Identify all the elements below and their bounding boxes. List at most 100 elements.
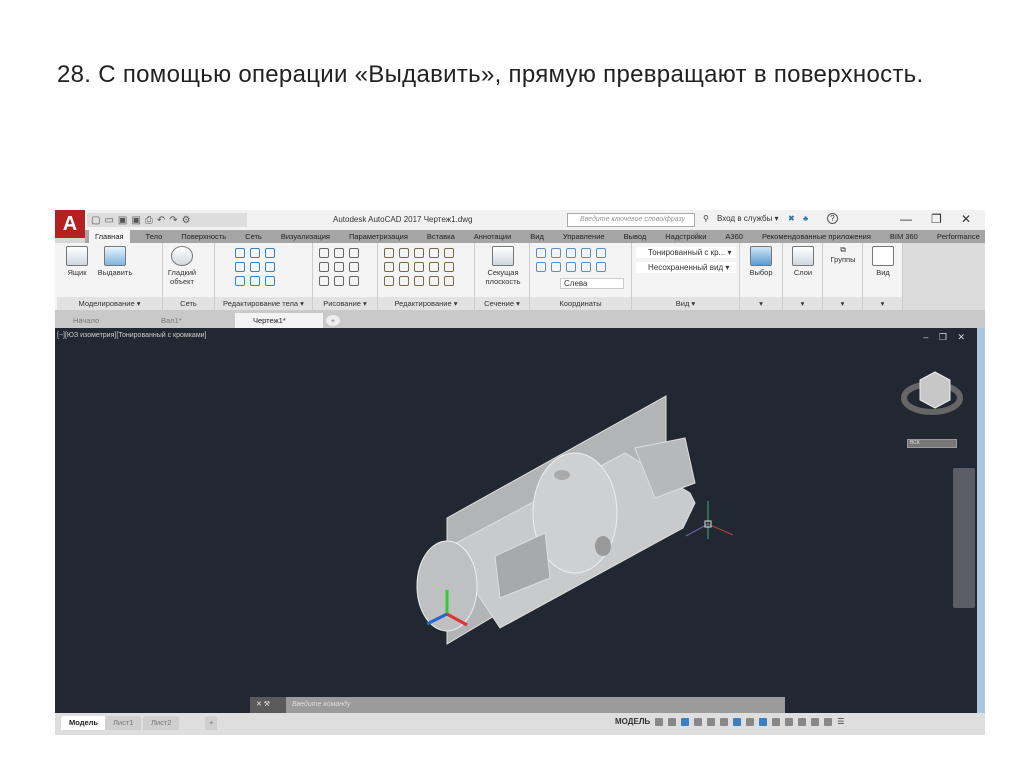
panel-label[interactable]: Моделирование ▾: [57, 297, 162, 310]
command-line[interactable]: ✕ ⚒ Введите команду: [250, 697, 785, 713]
maximize-button[interactable]: ❐: [931, 212, 942, 226]
a360-icon[interactable]: ♣: [803, 214, 808, 223]
selection-button[interactable]: Выбор: [743, 246, 779, 277]
application-menu-logo[interactable]: A: [55, 210, 85, 238]
customize-menu-icon[interactable]: ☰: [837, 717, 844, 726]
tool-icon[interactable]: [235, 276, 245, 286]
panel-label[interactable]: Сечение ▾: [475, 297, 529, 310]
redo-icon[interactable]: ↷: [169, 215, 177, 226]
tool-icon[interactable]: [566, 248, 576, 258]
panel-expander[interactable]: ▾: [823, 297, 862, 310]
tool-icon[interactable]: [399, 248, 409, 258]
tool-icon[interactable]: [334, 262, 344, 272]
tool-icon[interactable]: [334, 248, 344, 258]
view-select-dropdown[interactable]: Слева: [560, 278, 624, 289]
ribbon-tab[interactable]: Вывод: [621, 232, 650, 241]
open-icon[interactable]: ▭: [104, 215, 113, 226]
file-tab-drawing1[interactable]: Чертеж1*: [235, 313, 323, 328]
command-input[interactable]: Введите команду: [292, 697, 350, 713]
wcs-menu[interactable]: ВСК: [907, 439, 957, 448]
snap-icon[interactable]: [668, 717, 677, 726]
tool-icon[interactable]: [384, 248, 394, 258]
ribbon-tab[interactable]: Управление: [560, 232, 608, 241]
navigation-bar[interactable]: [953, 468, 975, 608]
panel-label[interactable]: Редактирование тела ▾: [215, 297, 312, 310]
panel-label[interactable]: Сеть: [163, 297, 214, 310]
minimize-button[interactable]: —: [900, 212, 912, 226]
visual-style-dropdown[interactable]: Тонированный с кр... ▾: [636, 247, 736, 258]
print-icon[interactable]: ⎙: [145, 215, 153, 226]
tool-icon[interactable]: [265, 248, 275, 258]
viewcube[interactable]: [901, 371, 963, 415]
ortho-icon[interactable]: [681, 717, 690, 726]
help-icon[interactable]: ?: [827, 213, 838, 224]
tool-icon[interactable]: [414, 248, 424, 258]
tool-icon[interactable]: [429, 276, 439, 286]
tool-icon[interactable]: [596, 262, 606, 272]
layers-button[interactable]: Слои: [785, 246, 821, 277]
model-space-toggle[interactable]: МОДЕЛЬ: [615, 717, 650, 726]
panel-label[interactable]: Рисование ▾: [313, 297, 377, 310]
ribbon-tab[interactable]: BIM 360: [887, 232, 921, 241]
tool-icon[interactable]: [444, 276, 454, 286]
extrude-button[interactable]: Выдавить: [97, 246, 133, 277]
tool-icon[interactable]: [536, 248, 546, 258]
tool-icon[interactable]: [349, 262, 359, 272]
grid-icon[interactable]: [655, 717, 664, 726]
ribbon-tab[interactable]: Визуализация: [278, 232, 333, 241]
groups-button[interactable]: ⧉ Группы: [825, 245, 861, 264]
save-as-icon[interactable]: ▣: [131, 215, 140, 226]
workspace-icon[interactable]: [785, 717, 794, 726]
new-tab-button[interactable]: +: [326, 315, 340, 326]
tool-icon[interactable]: [581, 262, 591, 272]
lineweight-icon[interactable]: [733, 717, 742, 726]
view-button[interactable]: Вид: [865, 246, 901, 277]
layout-tab-model[interactable]: Модель: [61, 716, 107, 730]
drawing-viewport[interactable]: [−][ЮЗ изометрия][Тонированный с кромкам…: [55, 328, 977, 713]
tool-icon[interactable]: [384, 262, 394, 272]
panel-expander[interactable]: ▾: [783, 297, 822, 310]
tool-icon[interactable]: [444, 262, 454, 272]
transparency-icon[interactable]: [746, 717, 755, 726]
tool-icon[interactable]: [399, 262, 409, 272]
layout-tab-sheet1[interactable]: Лист1: [105, 716, 142, 730]
tool-icon[interactable]: [349, 248, 359, 258]
ribbon-tab[interactable]: A360: [722, 232, 746, 241]
binoculars-icon[interactable]: ⚲: [703, 214, 709, 223]
ribbon-tab[interactable]: Поверхность: [178, 232, 229, 241]
tool-icon[interactable]: [265, 262, 275, 272]
smooth-object-button[interactable]: Гладкий объект: [165, 246, 199, 286]
tool-icon[interactable]: [596, 248, 606, 258]
tool-icon[interactable]: [551, 262, 561, 272]
polar-icon[interactable]: [694, 717, 703, 726]
osnap-icon[interactable]: [720, 717, 729, 726]
ribbon-tab[interactable]: Рекомендованные приложения: [759, 232, 874, 241]
tool-icon[interactable]: [319, 248, 329, 258]
tool-icon[interactable]: [581, 248, 591, 258]
tool-icon[interactable]: [399, 276, 409, 286]
panel-label[interactable]: Координаты: [530, 297, 631, 310]
ribbon-tab[interactable]: Главная: [89, 230, 130, 243]
close-button[interactable]: ✕: [961, 212, 971, 226]
undo-icon[interactable]: ↶: [157, 215, 165, 226]
panel-label[interactable]: Вид ▾: [632, 297, 739, 310]
save-icon[interactable]: ▣: [118, 215, 127, 226]
exchange-icon[interactable]: ✖: [788, 214, 795, 223]
panel-label[interactable]: Редактирование ▾: [378, 297, 474, 310]
ribbon-tab[interactable]: Вставка: [424, 232, 458, 241]
tool-icon[interactable]: [265, 276, 275, 286]
annotation-icon[interactable]: [772, 717, 781, 726]
fullscreen-icon[interactable]: [824, 717, 833, 726]
tool-icon[interactable]: [235, 262, 245, 272]
tool-icon[interactable]: [566, 262, 576, 272]
share-icon[interactable]: ⚙: [182, 215, 191, 226]
tool-icon[interactable]: [414, 262, 424, 272]
ribbon-tab[interactable]: Надстройки: [662, 232, 709, 241]
ribbon-tab[interactable]: Сеть: [242, 232, 265, 241]
layout-tab-sheet2[interactable]: Лист2: [143, 716, 180, 730]
tool-icon[interactable]: [444, 248, 454, 258]
isodraft-icon[interactable]: [707, 717, 716, 726]
command-line-close-icon[interactable]: ✕ ⚒: [250, 697, 286, 713]
panel-expander[interactable]: ▾: [863, 297, 902, 310]
ribbon-tab[interactable]: Тело: [143, 232, 166, 241]
